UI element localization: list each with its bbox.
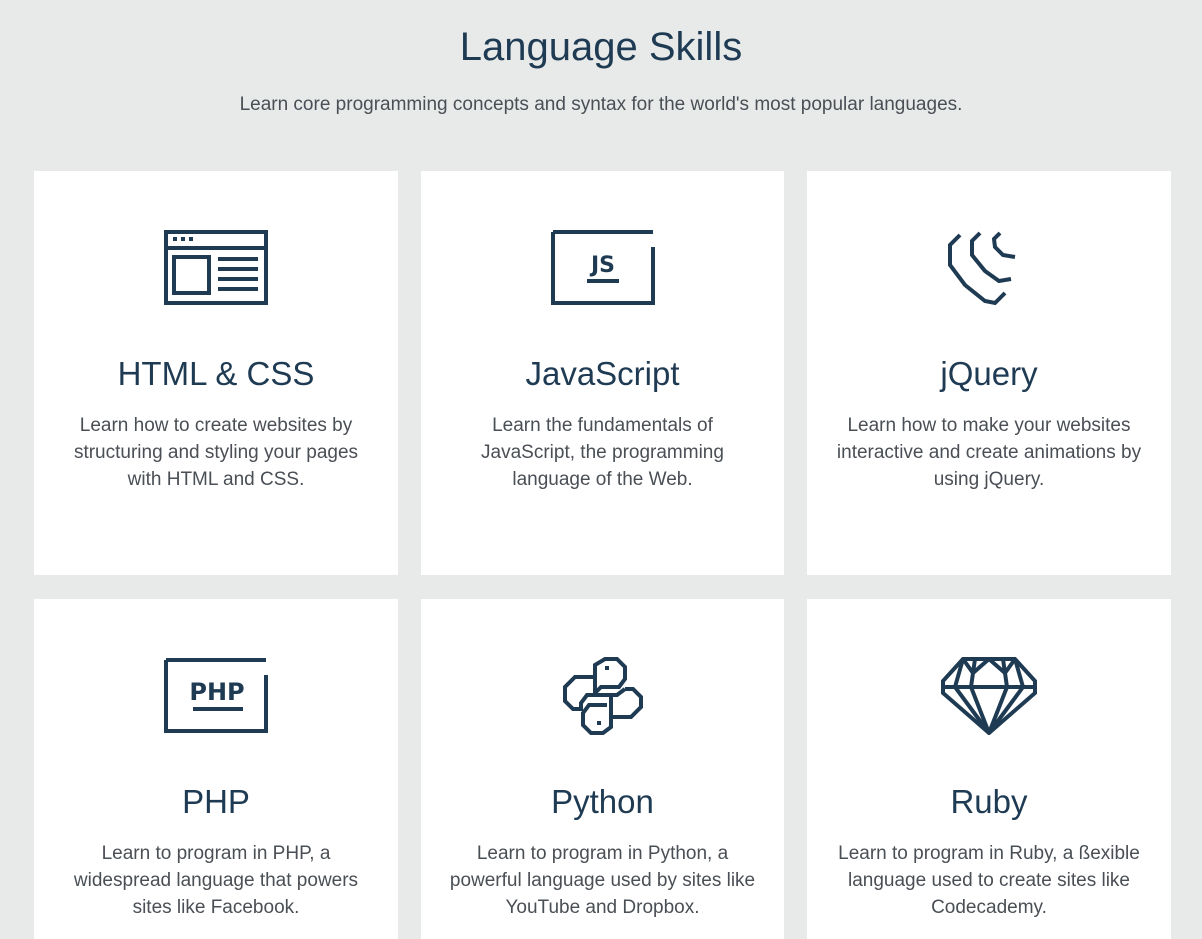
browser-window-icon: [34, 229, 398, 307]
course-card-ruby[interactable]: Ruby Learn to program in Ruby, a ßexible…: [807, 599, 1171, 939]
ruby-gem-icon: [807, 657, 1171, 735]
course-card-html-css[interactable]: HTML & CSS Learn how to create websites …: [34, 171, 398, 575]
course-description: Learn to program in PHP, a widespread la…: [73, 843, 359, 918]
page-title: Language Skills: [459, 25, 743, 69]
js-icon-label: JS: [588, 253, 614, 278]
js-file-icon: JS: [421, 229, 784, 307]
course-description: Learn how to create websites by structur…: [73, 415, 359, 490]
python-logo-icon: [421, 657, 784, 735]
course-title: Ruby: [950, 783, 1028, 820]
course-description: Learn to program in Python, a powerful l…: [449, 843, 756, 918]
course-description: Learn the fundamentals of JavaScript, th…: [481, 415, 724, 490]
php-icon-label: PHP: [189, 678, 244, 706]
course-title: JavaScript: [525, 355, 680, 392]
course-card-python[interactable]: Python Learn to program in Python, a pow…: [421, 599, 784, 939]
course-card-php[interactable]: PHP PHP Learn to program in PHP, a wides…: [34, 599, 398, 939]
course-title: Python: [551, 783, 654, 820]
course-title: HTML & CSS: [117, 355, 315, 392]
course-description: Learn to program in Ruby, a ßexible lang…: [838, 843, 1140, 918]
course-title: PHP: [182, 783, 250, 820]
course-title: jQuery: [940, 355, 1038, 392]
page-subtitle: Learn core programming concepts and synt…: [239, 94, 963, 115]
course-description: Learn how to make your websites interact…: [836, 415, 1142, 490]
php-file-icon: PHP: [34, 657, 398, 735]
course-card-javascript[interactable]: JS JavaScript Learn the fundamentals of …: [421, 171, 784, 575]
jquery-logo-icon: [807, 229, 1171, 307]
course-card-jquery[interactable]: jQuery Learn how to make your websites i…: [807, 171, 1171, 575]
